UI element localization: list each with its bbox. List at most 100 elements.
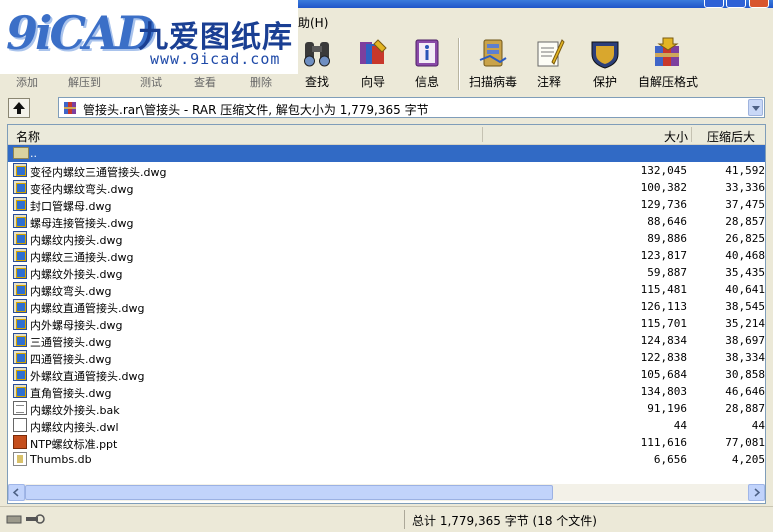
- file-row[interactable]: 内螺纹三通接头.dwg 123,817 40,468: [8, 247, 765, 264]
- file-row[interactable]: 三通管接头.dwg 124,834 38,697: [8, 332, 765, 349]
- scroll-right-button[interactable]: [748, 484, 765, 501]
- file-size: 44: [673, 419, 687, 432]
- protect-label: 保护: [592, 75, 617, 89]
- file-name: 封口管螺母.dwg: [30, 200, 112, 213]
- toolbar-separator: [458, 38, 460, 90]
- tool-view-label[interactable]: 查看: [194, 74, 216, 90]
- file-row[interactable]: Thumbs.db 6,656 4,205: [8, 451, 765, 468]
- file-name: 外螺纹直通管接头.dwg: [30, 370, 145, 383]
- file-packed-size: 30,858: [725, 368, 765, 381]
- up-folder-button[interactable]: [8, 98, 30, 118]
- virus-scan-button[interactable]: 扫描病毒: [468, 36, 518, 92]
- file-size: 126,113: [640, 300, 687, 313]
- file-packed-size: 38,697: [725, 334, 765, 347]
- file-name: 四通管接头.dwg: [30, 353, 112, 366]
- file-packed-size: 77,081: [725, 436, 765, 449]
- file-name: 内螺纹内接头.dwl: [30, 421, 119, 434]
- file-row[interactable]: 内螺纹外接头.dwg 59,887 35,435: [8, 264, 765, 281]
- folder-up-icon: [13, 147, 29, 159]
- wizard-button[interactable]: 向导: [356, 36, 390, 92]
- address-combobox[interactable]: 管接头.rar\管接头 - RAR 压缩文件, 解包大小为 1,779,365 …: [58, 97, 765, 118]
- tool-test-label[interactable]: 测试: [140, 74, 162, 90]
- file-packed-size: 37,475: [725, 198, 765, 211]
- file-name: 直角管接头.dwg: [30, 387, 112, 400]
- sfx-button[interactable]: 自解压格式: [638, 36, 698, 92]
- menu-help[interactable]: 助(H): [298, 14, 328, 31]
- status-divider: [404, 510, 405, 529]
- file-packed-size: 38,545: [725, 300, 765, 313]
- watermark-url: www.9icad.com: [150, 50, 281, 68]
- find-button[interactable]: 查找: [300, 36, 334, 92]
- column-divider[interactable]: [691, 127, 692, 142]
- file-name: 内螺纹直通管接头.dwg: [30, 302, 145, 315]
- ppt-file-icon: [13, 435, 27, 449]
- file-name: 内螺纹弯头.dwg: [30, 285, 112, 298]
- file-size: 89,886: [647, 232, 687, 245]
- file-row[interactable]: 直角管接头.dwg 134,803 46,646: [8, 383, 765, 400]
- file-row[interactable]: 封口管螺母.dwg 129,736 37,475: [8, 196, 765, 213]
- file-row[interactable]: 内螺纹内接头.dwl 44 44: [8, 417, 765, 434]
- file-size: 6,656: [653, 453, 687, 466]
- close-button[interactable]: [749, 0, 769, 8]
- find-label: 查找: [304, 75, 329, 89]
- file-row[interactable]: 内螺纹外接头.bak 91,196 28,887: [8, 400, 765, 417]
- tool-delete-label[interactable]: 删除: [250, 74, 272, 90]
- file-row[interactable]: 内螺纹弯头.dwg 115,481 40,641: [8, 281, 765, 298]
- file-name: ..: [30, 147, 37, 160]
- scroll-left-arrow-icon: [12, 488, 19, 497]
- maximize-button[interactable]: [726, 0, 746, 8]
- file-row[interactable]: 内螺纹直通管接头.dwg 126,113 38,545: [8, 298, 765, 315]
- file-size: 115,701: [640, 317, 687, 330]
- file-packed-size: 28,857: [725, 215, 765, 228]
- file-packed-size: 35,435: [725, 266, 765, 279]
- address-bar: 管接头.rar\管接头 - RAR 压缩文件, 解包大小为 1,779,365 …: [0, 94, 773, 122]
- column-name[interactable]: 名称: [16, 128, 40, 145]
- protect-button[interactable]: 保护: [588, 36, 622, 92]
- file-name: 变径内螺纹弯头.dwg: [30, 183, 134, 196]
- file-list: 名称 大小 压缩后大小 .. 变径内螺纹三通管接头.dwg 132,045 41,59…: [7, 124, 766, 504]
- file-row[interactable]: 变径内螺纹弯头.dwg 100,382 33,336: [8, 179, 765, 196]
- rar-archive-icon: [64, 102, 76, 114]
- horizontal-scrollbar[interactable]: [8, 484, 765, 501]
- scroll-right-arrow-icon: [754, 488, 761, 497]
- file-row[interactable]: 内螺纹内接头.dwg 89,886 26,825: [8, 230, 765, 247]
- dwg-file-icon: [13, 333, 27, 347]
- scroll-left-button[interactable]: [8, 484, 25, 501]
- dwg-file-icon: [13, 367, 27, 381]
- file-name: Thumbs.db: [30, 453, 92, 466]
- dwg-file-icon: [13, 180, 27, 194]
- file-size: 122,838: [640, 351, 687, 364]
- info-label: 信息: [414, 75, 439, 89]
- file-packed-size: 26,825: [725, 232, 765, 245]
- file-size: 123,817: [640, 249, 687, 262]
- wizard-icon: [360, 39, 387, 64]
- file-row[interactable]: 螺母连接管接头.dwg 88,646 28,857: [8, 213, 765, 230]
- column-divider[interactable]: [482, 127, 483, 142]
- file-row[interactable]: 内外螺母接头.dwg 115,701 35,214: [8, 315, 765, 332]
- file-name: 内螺纹内接头.dwg: [30, 234, 123, 247]
- file-name: 螺母连接管接头.dwg: [30, 217, 134, 230]
- scroll-thumb[interactable]: [25, 485, 553, 500]
- drive-key-icon[interactable]: [6, 512, 46, 526]
- file-packed-size: 46,646: [725, 385, 765, 398]
- watermark-logo: 9iCAD 九爱图纸库 www.9icad.com: [0, 0, 298, 74]
- file-packed-size: 40,641: [725, 283, 765, 296]
- file-row[interactable]: 四通管接头.dwg 122,838 38,334: [8, 349, 765, 366]
- chevron-down-icon[interactable]: [748, 99, 763, 116]
- dwg-file-icon: [13, 248, 27, 262]
- comment-button[interactable]: 注释: [532, 36, 566, 92]
- file-row[interactable]: NTP螺纹标准.ppt 111,616 77,081: [8, 434, 765, 451]
- info-button[interactable]: 信息: [410, 36, 444, 92]
- file-name: 内螺纹三通接头.dwg: [30, 251, 134, 264]
- parent-folder-row[interactable]: ..: [8, 145, 765, 162]
- minimize-button[interactable]: [704, 0, 724, 8]
- file-size: 129,736: [640, 198, 687, 211]
- tool-extract-label[interactable]: 解压到: [68, 74, 101, 90]
- file-name: 内螺纹外接头.bak: [30, 404, 120, 417]
- file-row[interactable]: 外螺纹直通管接头.dwg 105,684 30,858: [8, 366, 765, 383]
- file-packed-size: 40,468: [725, 249, 765, 262]
- file-row[interactable]: 变径内螺纹三通管接头.dwg 132,045 41,592: [8, 162, 765, 179]
- column-size[interactable]: 大小: [664, 128, 688, 145]
- file-packed-size: 33,336: [725, 181, 765, 194]
- tool-add-label[interactable]: 添加: [16, 74, 38, 90]
